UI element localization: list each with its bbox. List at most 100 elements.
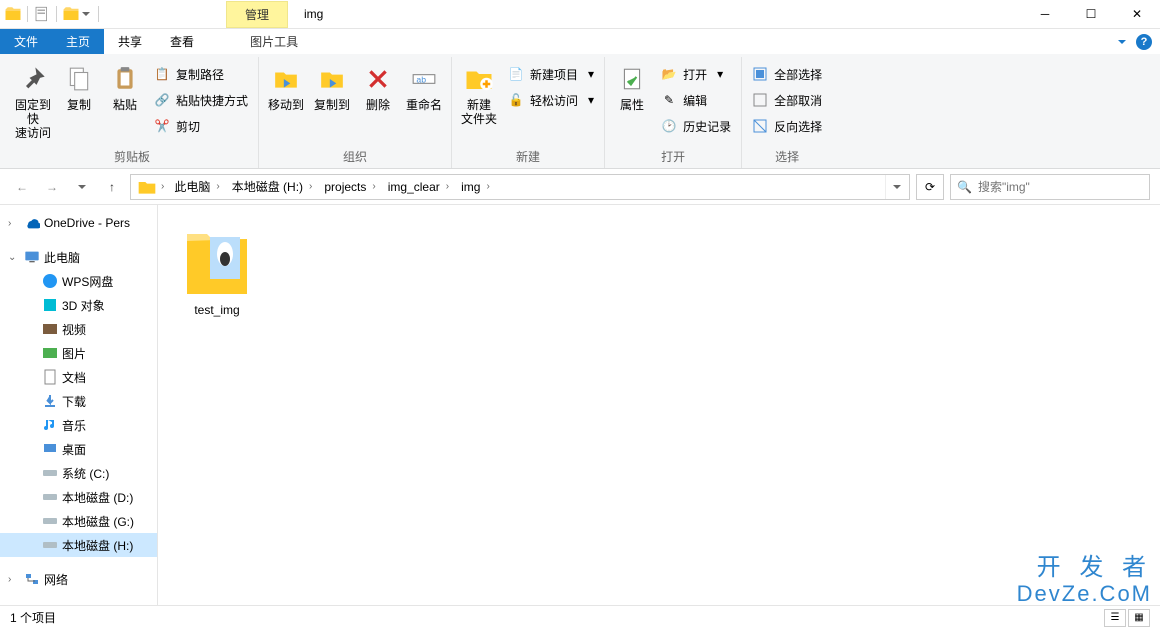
cut-button[interactable]: ✂️剪切 <box>154 115 248 137</box>
folder-item-test-img[interactable]: test_img <box>172 219 262 317</box>
history-button[interactable]: 🕑历史记录 <box>661 115 731 137</box>
copy-to-button[interactable]: 复制到 <box>311 61 353 114</box>
sidebar-item-drive-d[interactable]: 本地磁盘 (D:) <box>0 485 157 509</box>
new-folder-button[interactable]: 新建 文件夹 <box>458 61 500 128</box>
open-button[interactable]: 📂打开▾ <box>661 63 731 85</box>
breadcrumb-projects[interactable]: projects› <box>318 175 381 199</box>
invert-icon <box>752 118 768 134</box>
sidebar-item-documents[interactable]: 文档 <box>0 365 157 389</box>
sidebar-item-network[interactable]: ›网络 <box>0 567 157 591</box>
properties-icon <box>616 63 648 95</box>
history-icon: 🕑 <box>661 118 677 134</box>
disk-icon <box>42 489 58 505</box>
folder-name: test_img <box>194 303 239 317</box>
sidebar-item-drive-g[interactable]: 本地磁盘 (G:) <box>0 509 157 533</box>
tab-share[interactable]: 共享 <box>104 29 156 54</box>
sidebar-item-this-pc[interactable]: ⌄此电脑 <box>0 245 157 269</box>
open-icon: 📂 <box>661 66 677 82</box>
rename-button[interactable]: ab 重命名 <box>403 61 445 114</box>
copy-button[interactable]: 复制 <box>58 61 100 114</box>
close-button[interactable]: ✕ <box>1114 0 1160 28</box>
edit-button[interactable]: ✎编辑 <box>661 89 731 111</box>
back-button[interactable]: ← <box>10 175 34 199</box>
disk-icon <box>42 537 58 553</box>
new-folder-icon <box>463 63 495 95</box>
item-count: 1 个项目 <box>10 609 56 626</box>
group-label: 剪贴板 <box>12 145 252 168</box>
copy-to-icon <box>316 63 348 95</box>
group-label: 新建 <box>458 145 598 168</box>
shortcut-icon: 🔗 <box>154 92 170 108</box>
minimize-button[interactable]: ─ <box>1022 0 1068 28</box>
select-none-button[interactable]: 全部取消 <box>752 89 822 111</box>
new-item-button[interactable]: 📄新建项目▾ <box>508 63 594 85</box>
select-all-button[interactable]: 全部选择 <box>752 63 822 85</box>
delete-icon <box>362 63 394 95</box>
new-item-icon: 📄 <box>508 66 524 82</box>
invert-selection-button[interactable]: 反向选择 <box>752 115 822 137</box>
breadcrumb-img-clear[interactable]: img_clear› <box>382 175 455 199</box>
select-all-icon <box>752 66 768 82</box>
tab-view[interactable]: 查看 <box>156 29 208 54</box>
disk-icon <box>42 465 58 481</box>
rename-icon: ab <box>408 63 440 95</box>
search-input[interactable] <box>978 180 1143 194</box>
copy-path-button[interactable]: 📋复制路径 <box>154 63 248 85</box>
ribbon-group-new: 新建 文件夹 📄新建项目▾ 🔓轻松访问▾ 新建 <box>452 57 605 168</box>
sidebar-item-onedrive[interactable]: ›OneDrive - Pers <box>0 211 157 235</box>
sidebar-item-drive-h[interactable]: 本地磁盘 (H:) <box>0 533 157 557</box>
ribbon-group-organize: 移动到 复制到 删除 ab 重命名 组织 <box>259 57 452 168</box>
watermark: 开 发 者 DevZe.CoM <box>1017 555 1152 607</box>
paste-shortcut-button[interactable]: 🔗粘贴快捷方式 <box>154 89 248 111</box>
pin-to-quick-access-button[interactable]: 固定到快 速访问 <box>12 61 54 142</box>
properties-button[interactable]: 属性 <box>611 61 653 114</box>
sidebar-item-videos[interactable]: 视频 <box>0 317 157 341</box>
ribbon-group-clipboard: 固定到快 速访问 复制 粘贴 📋复制路径 🔗粘贴快捷方式 ✂️剪切 剪贴板 <box>6 57 259 168</box>
help-icon[interactable]: ? <box>1136 34 1152 50</box>
wps-icon <box>42 273 58 289</box>
title-bar: 管理 img ─ ☐ ✕ <box>0 0 1160 29</box>
address-bar[interactable]: › 此电脑› 本地磁盘 (H:)› projects› img_clear› i… <box>130 174 910 200</box>
sidebar-item-drive-c[interactable]: 系统 (C:) <box>0 461 157 485</box>
sidebar-item-pictures[interactable]: 图片 <box>0 341 157 365</box>
video-icon <box>42 321 58 337</box>
window-title: img <box>288 7 339 21</box>
paste-button[interactable]: 粘贴 <box>104 61 146 114</box>
ribbon-group-open: 属性 📂打开▾ ✎编辑 🕑历史记录 打开 <box>605 57 742 168</box>
collapse-ribbon-icon[interactable] <box>1118 40 1126 44</box>
sidebar-item-3d[interactable]: 3D 对象 <box>0 293 157 317</box>
move-to-button[interactable]: 移动到 <box>265 61 307 114</box>
details-view-button[interactable]: ☰ <box>1104 609 1126 627</box>
tab-file[interactable]: 文件 <box>0 29 52 54</box>
folder-icon[interactable] <box>62 5 80 23</box>
sidebar-item-desktop[interactable]: 桌面 <box>0 437 157 461</box>
breadcrumb-img[interactable]: img› <box>455 175 496 199</box>
sidebar-item-wps[interactable]: WPS网盘 <box>0 269 157 293</box>
music-icon <box>42 417 58 433</box>
content-pane[interactable]: test_img <box>158 205 1160 605</box>
thumbnails-view-button[interactable]: ▦ <box>1128 609 1150 627</box>
refresh-button[interactable]: ⟳ <box>916 174 944 200</box>
qat-dropdown-icon[interactable] <box>82 12 90 16</box>
delete-button[interactable]: 删除 <box>357 61 399 114</box>
breadcrumb-drive-h[interactable]: 本地磁盘 (H:)› <box>226 175 319 199</box>
navigation-pane[interactable]: ›OneDrive - Pers ⌄此电脑 WPS网盘 3D 对象 视频 图片 … <box>0 205 158 605</box>
maximize-button[interactable]: ☐ <box>1068 0 1114 28</box>
easy-access-button[interactable]: 🔓轻松访问▾ <box>508 89 594 111</box>
recent-locations-button[interactable] <box>70 175 94 199</box>
properties-icon[interactable] <box>33 5 51 23</box>
group-label: 组织 <box>265 145 445 168</box>
address-dropdown-button[interactable] <box>885 175 907 199</box>
quick-access-toolbar <box>0 0 106 28</box>
breadcrumb-this-pc[interactable]: 此电脑› <box>168 175 225 199</box>
search-icon: 🔍 <box>957 180 972 194</box>
tab-home[interactable]: 主页 <box>52 29 104 54</box>
paste-icon <box>109 63 141 95</box>
sidebar-item-downloads[interactable]: 下载 <box>0 389 157 413</box>
context-tab-manage[interactable]: 管理 <box>226 1 288 28</box>
forward-button[interactable]: → <box>40 175 64 199</box>
up-button[interactable]: ↑ <box>100 175 124 199</box>
tab-picture-tools[interactable]: 图片工具 <box>236 29 312 54</box>
sidebar-item-music[interactable]: 音乐 <box>0 413 157 437</box>
search-box[interactable]: 🔍 <box>950 174 1150 200</box>
